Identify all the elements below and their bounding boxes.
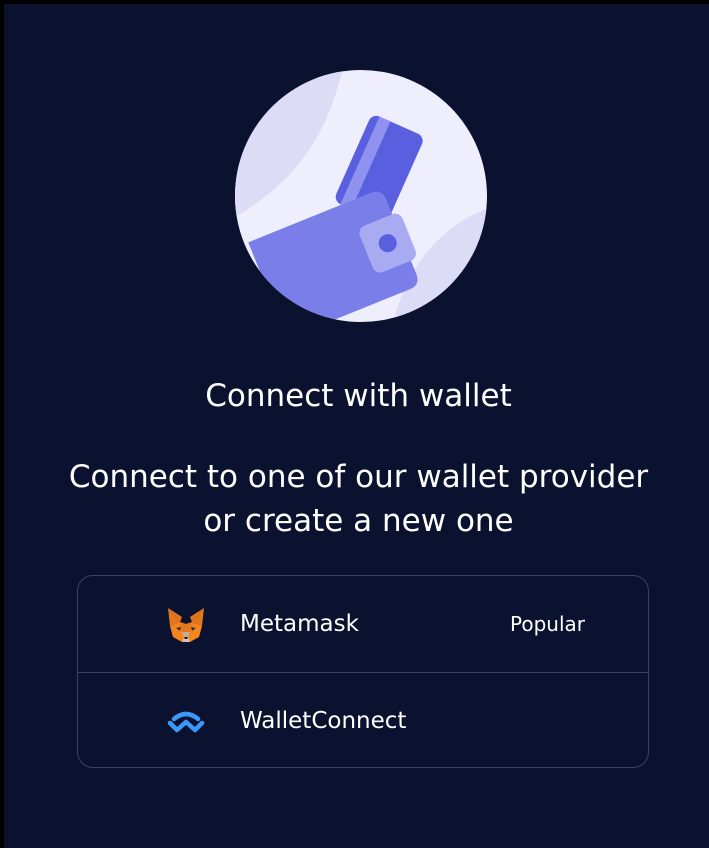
description-line-2: or create a new one xyxy=(203,503,514,539)
metamask-fox-icon xyxy=(168,608,204,642)
provider-name: WalletConnect xyxy=(240,708,407,734)
description-line-1: Connect to one of our wallet provider xyxy=(68,459,649,495)
provider-walletconnect[interactable]: WalletConnect xyxy=(78,672,648,767)
popular-badge: Popular xyxy=(510,612,585,636)
app-frame: Connect with wallet Connect to one of ou… xyxy=(0,0,709,848)
page-description: Connect to one of our wallet provider or… xyxy=(4,455,709,543)
provider-name: Metamask xyxy=(240,611,359,637)
wallet-illustration-icon xyxy=(235,70,487,322)
page-title: Connect with wallet xyxy=(205,378,512,414)
wallet-provider-list: Metamask Popular WalletConnect xyxy=(77,575,649,768)
walletconnect-icon xyxy=(167,711,205,733)
provider-metamask[interactable]: Metamask Popular xyxy=(78,576,648,672)
